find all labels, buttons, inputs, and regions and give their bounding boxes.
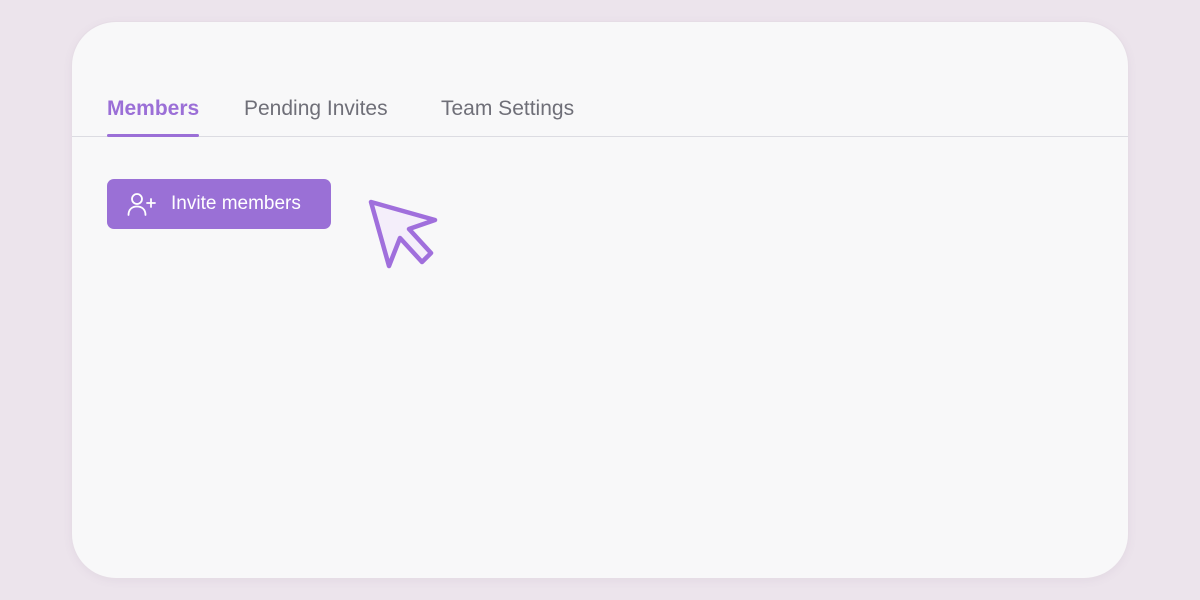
tab-team-settings[interactable]: Team Settings [441, 96, 574, 136]
invite-members-button[interactable]: Invite members [107, 179, 331, 229]
tab-members[interactable]: Members [107, 96, 200, 137]
tab-bar: Members Pending Invites Team Settings [72, 22, 1128, 137]
tab-pending-invites[interactable]: Pending Invites [244, 96, 388, 136]
user-plus-icon [127, 191, 157, 217]
mouse-pointer-icon [365, 196, 441, 272]
invite-members-label: Invite members [171, 193, 301, 214]
team-panel: Members Pending Invites Team Settings In… [72, 22, 1128, 578]
